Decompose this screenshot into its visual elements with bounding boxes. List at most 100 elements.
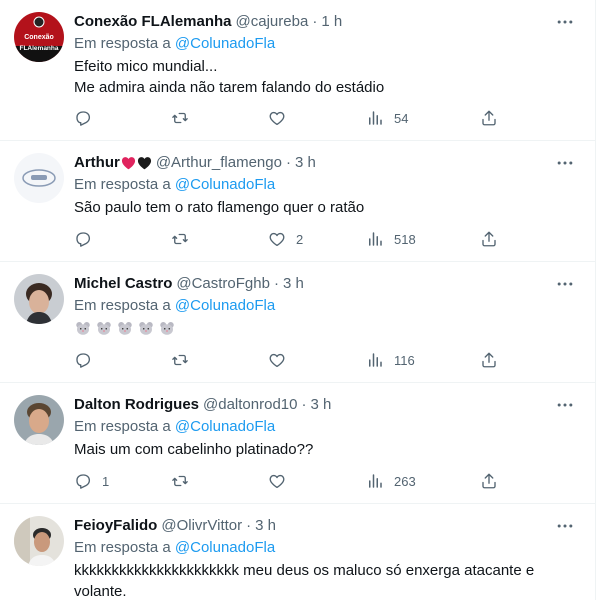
share-button[interactable] [480,108,498,128]
more-icon [557,20,573,24]
retweet-button[interactable] [171,471,199,491]
user-handle[interactable]: @Arthur_flamengo [156,153,282,173]
reply-button[interactable]: 1 [74,471,109,491]
timestamp[interactable]: 1 h [321,12,342,32]
reply-button[interactable] [74,229,102,249]
more-button[interactable] [553,395,577,415]
retweet-button[interactable] [171,229,199,249]
display-name[interactable]: Conexão FLAlemanha [74,12,232,32]
tweet[interactable]: Dalton Rodrigues @daltonrod10 · 3 h Em r… [0,383,595,504]
more-button[interactable] [553,516,577,536]
like-button[interactable] [268,108,296,128]
reply-mention[interactable]: @ColunadoFla [175,176,275,193]
mouse-emoji [76,322,90,335]
views-icon [369,353,382,367]
black-heart-emoji [137,157,151,170]
separator: · [285,154,291,171]
action-bar: 2 518 [74,229,504,249]
action-bar: 1 263 [74,471,504,491]
retweet-button[interactable] [171,108,199,128]
reply-context: Em resposta a @ColunadoFla [74,417,583,437]
tweet[interactable]: FeioyFalido @OlivrVittor · 3 h Em respos… [0,504,595,600]
tweet-header: Conexão FLAlemanha @cajureba · 1 h [74,12,583,32]
tweet[interactable]: Conexão FLAlemanha Conexão FLAlemanha @c… [0,0,595,141]
avatar-text-1: Conexão [24,34,54,41]
tweet-header: Dalton Rodrigues @daltonrod10 · 3 h [74,395,583,415]
views-button[interactable]: 263 [366,471,416,491]
display-name[interactable]: FeioyFalido [74,516,157,536]
retweet-icon [172,112,188,124]
views-icon [369,111,382,125]
tweet[interactable]: Arthur @Arthur_flamengo · 3 h Em respost… [0,141,595,262]
views-count: 116 [394,352,415,368]
mouse-emoji [160,322,174,335]
views-button[interactable]: 54 [366,108,408,128]
reply-context: Em resposta a @ColunadoFla [74,296,583,316]
replies-feed: Conexão FLAlemanha Conexão FLAlemanha @c… [0,0,596,600]
timestamp[interactable]: 3 h [295,153,316,173]
more-button[interactable] [553,12,577,32]
reply-context: Em resposta a @ColunadoFla [74,34,583,54]
more-icon [557,161,573,165]
like-button[interactable] [268,471,296,491]
reply-context: Em resposta a @ColunadoFla [74,538,583,558]
retweet-icon [172,475,188,487]
red-heart-emoji [121,157,135,170]
more-icon [557,524,573,528]
avatar[interactable] [14,516,64,566]
share-button[interactable] [480,471,498,491]
avatar[interactable]: Conexão FLAlemanha [14,12,64,62]
tweet-text-line: Mais um com cabelinho platinado?? [74,441,314,458]
reply-button[interactable] [74,108,102,128]
avatar[interactable] [14,274,64,324]
action-bar: 54 [74,108,504,128]
more-icon [557,403,573,407]
avatar[interactable] [14,153,64,203]
tweet-text-line: volante. [74,583,127,600]
tweet-text: São paulo tem o rato flamengo quer o rat… [74,197,583,218]
like-button[interactable] [268,350,296,370]
more-button[interactable] [553,274,577,294]
separator: · [273,275,279,292]
user-handle[interactable]: @daltonrod10 [203,395,297,415]
like-icon [269,232,285,247]
user-handle[interactable]: @CastroFghb [176,274,270,294]
avatar[interactable] [14,395,64,445]
mouse-emoji [139,322,153,335]
avatar-image [14,395,64,445]
avatar-image [14,274,64,324]
tweet-header: Michel Castro @CastroFghb · 3 h [74,274,583,294]
share-button[interactable] [480,350,498,370]
tweet-text-line: kkkkkkkkkkkkkkkkkkkkkk meu deus os maluc… [74,562,535,579]
views-button[interactable]: 116 [366,350,415,370]
action-bar: 116 [74,350,504,370]
display-name[interactable]: Dalton Rodrigues [74,395,199,415]
tweet-text: kkkkkkkkkkkkkkkkkkkkkk meu deus os maluc… [74,560,583,600]
separator: · [312,13,318,30]
user-handle[interactable]: @cajureba [236,12,309,32]
timestamp[interactable]: 3 h [310,395,331,415]
views-count: 54 [394,110,409,126]
views-button[interactable]: 518 [366,229,416,249]
timestamp[interactable]: 3 h [283,274,304,294]
like-button[interactable]: 2 [268,229,303,249]
reply-mention[interactable]: @ColunadoFla [175,539,275,556]
share-button[interactable] [480,229,498,249]
reply-mention[interactable]: @ColunadoFla [175,297,275,314]
retweet-button[interactable] [171,350,199,370]
display-name[interactable]: Michel Castro [74,274,172,294]
display-name[interactable]: Arthur [74,153,120,173]
reply-prefix: Em resposta a [74,176,171,193]
retweet-icon [172,354,188,366]
reply-mention[interactable]: @ColunadoFla [175,35,275,52]
reply-mention[interactable]: @ColunadoFla [175,418,275,435]
more-button[interactable] [553,153,577,173]
timestamp[interactable]: 3 h [255,516,276,536]
reply-button[interactable] [74,350,102,370]
emoji-row [74,319,583,337]
reply-prefix: Em resposta a [74,35,171,52]
like-icon [269,353,285,368]
share-icon [482,110,496,126]
user-handle[interactable]: @OlivrVittor [161,516,242,536]
tweet[interactable]: Michel Castro @CastroFghb · 3 h Em respo… [0,262,595,383]
